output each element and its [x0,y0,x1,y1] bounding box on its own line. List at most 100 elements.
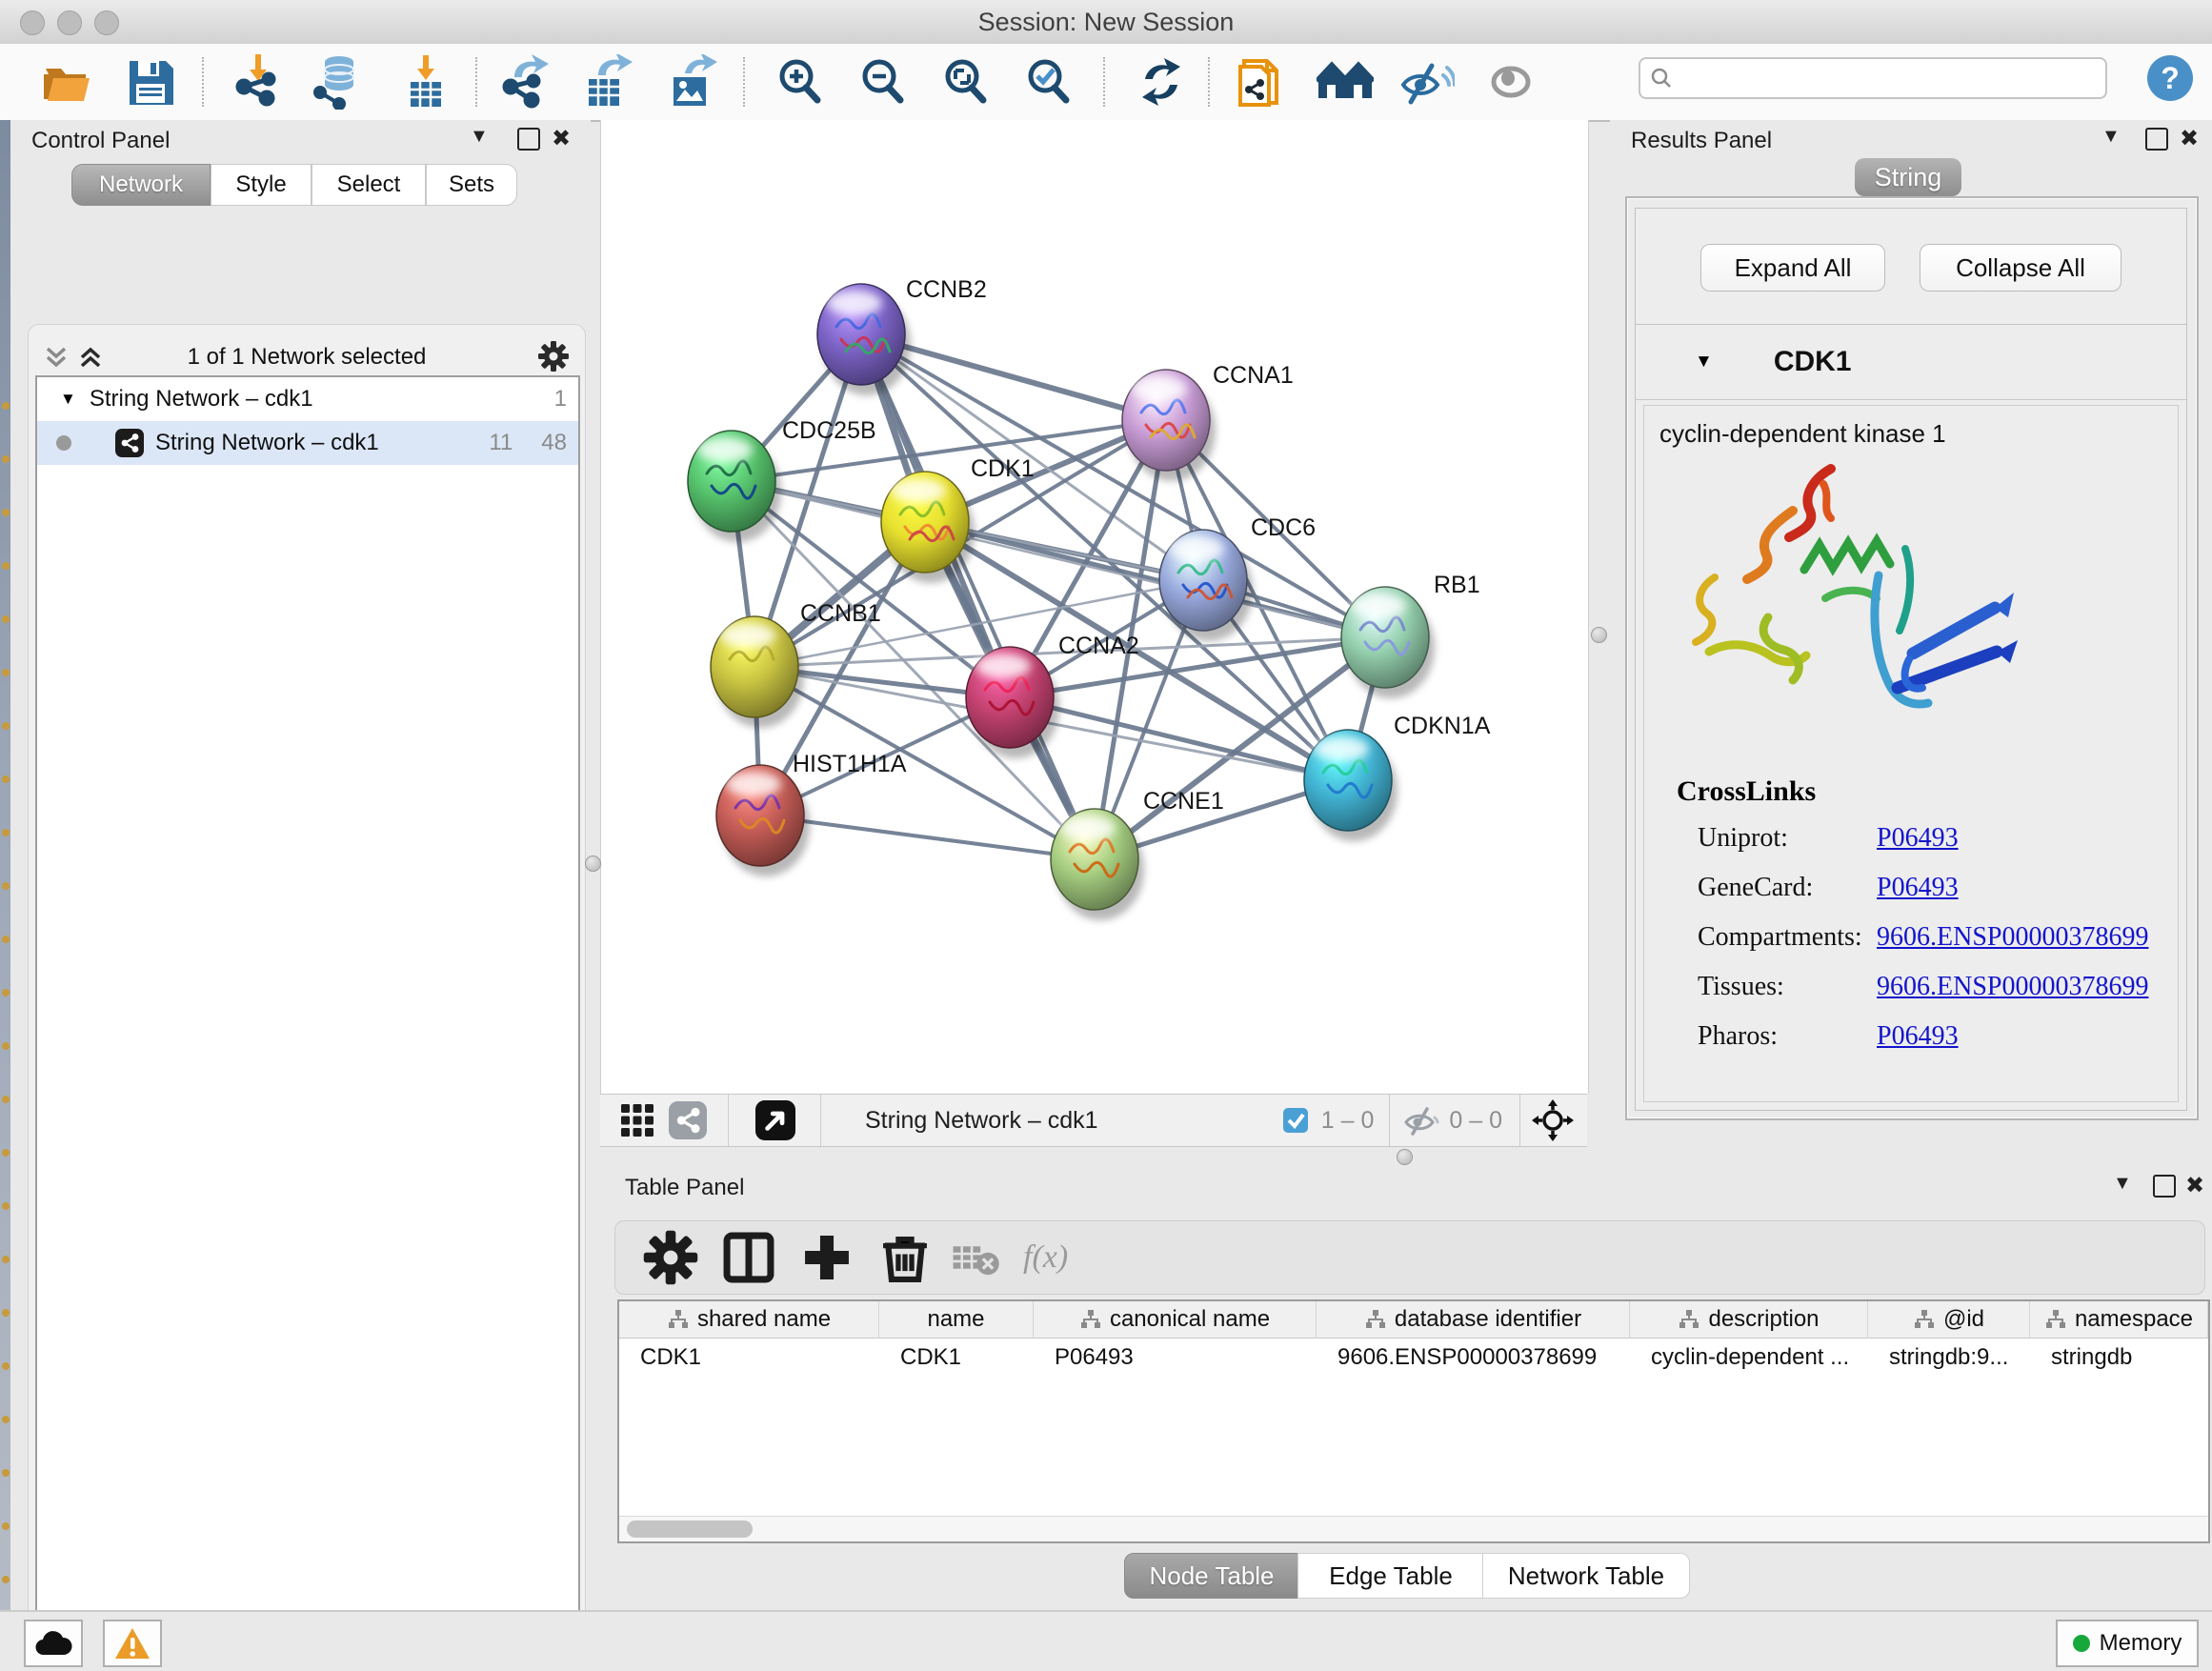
close-window-button[interactable] [20,10,45,35]
hide-selected-button[interactable] [1393,48,1461,116]
memory-button[interactable]: Memory [2056,1620,2199,1667]
show-all-button[interactable] [1477,48,1545,116]
export-cyweb-document-button[interactable] [1229,48,1297,116]
collection-count: 1 [554,386,567,413]
cell-name[interactable]: CDK1 [879,1339,1034,1377]
minimize-window-button[interactable] [57,10,82,35]
cell-canonical-name[interactable]: P06493 [1034,1339,1317,1377]
zoom-out-button[interactable] [849,48,917,116]
help-button[interactable]: ? [2147,55,2193,101]
apply-function-button[interactable]: f(x) [1023,1239,1068,1276]
collapse-card-icon[interactable]: ▼ [1695,352,1713,372]
search-field[interactable] [1639,57,2107,99]
node-label-ccne1: CCNE1 [1143,788,1224,815]
attribute-type-icon [1678,1308,1700,1331]
gene-card-header[interactable]: ▼ CDK1 [1636,325,2186,400]
cytoscape-window: Session: New Session [0,0,2212,1671]
network-collection-row[interactable]: ▼ String Network – cdk1 1 [37,377,578,421]
scrollbar-thumb[interactable] [627,1520,753,1538]
horizontal-splitter-handle[interactable] [1397,1149,1413,1165]
tab-network-table[interactable]: Network Table [1482,1553,1690,1599]
selected-nodes-checkbox-icon[interactable] [1281,1106,1310,1135]
cell-description[interactable]: cyclin-dependent ... [1630,1339,1868,1377]
show-columns-icon[interactable] [720,1229,777,1286]
tree-expander-icon[interactable]: ▼ [60,390,76,409]
add-column-plus-icon[interactable] [798,1229,855,1286]
column-header[interactable]: name [879,1301,1034,1339]
maximize-panel-icon[interactable] [2145,128,2168,151]
network-view-canvas[interactable]: CCNB2CCNA1CDC25BCDK1CDC6RB1CCNB1CCNA2CDK… [600,120,1589,1094]
fit-content-crosshair-icon[interactable] [1532,1099,1574,1141]
maximize-panel-icon[interactable] [517,128,540,151]
tab-string[interactable]: String [1855,158,1961,196]
network-edge-count: 48 [541,430,567,456]
column-header[interactable]: description [1630,1301,1868,1339]
string-network-graph[interactable]: CCNB2CCNA1CDC25BCDK1CDC6RB1CCNB1CCNA2CDK… [601,120,1588,1094]
network-share-icon[interactable] [669,1101,707,1139]
toolbar-separator [1103,57,1105,107]
tissues-link[interactable]: 9606.ENSP00000378699 [1877,972,2148,1002]
maximize-panel-icon[interactable] [2153,1175,2176,1198]
column-header[interactable]: namespace [2030,1301,2208,1339]
expand-all-button[interactable]: Expand All [1700,244,1885,292]
vertical-splitter-handle[interactable] [1591,627,1607,643]
float-panel-icon[interactable]: ▼ [2113,1173,2132,1195]
tab-select[interactable]: Select [312,164,426,206]
open-session-button[interactable] [32,48,101,116]
cloud-services-button[interactable] [24,1620,83,1667]
tab-edge-table[interactable]: Edge Table [1297,1553,1484,1599]
grid-view-icon[interactable] [619,1102,655,1138]
zoom-window-button[interactable] [94,10,119,35]
genecard-link[interactable]: P06493 [1877,873,1959,903]
tab-network[interactable]: Network [71,164,211,206]
collapse-all-button[interactable]: Collapse All [1920,244,2122,292]
pharos-link[interactable]: P06493 [1877,1021,1959,1052]
import-network-database-button[interactable] [304,48,372,116]
string-home-button[interactable] [1311,48,1379,116]
column-header[interactable]: shared name [619,1301,879,1339]
desktop-strip-dot [2,1096,10,1103]
import-table-file-button[interactable] [392,48,460,116]
table-row[interactable]: CDK1 CDK1 P06493 9606.ENSP00000378699 cy… [619,1339,2208,1377]
import-network-file-button[interactable] [224,48,292,116]
hidden-eye-slash-icon[interactable] [1403,1105,1439,1136]
warnings-button[interactable] [103,1620,162,1667]
column-header[interactable]: @id [1868,1301,2030,1339]
delete-column-trash-icon[interactable] [876,1229,934,1286]
float-panel-icon[interactable]: ▼ [470,126,489,148]
network-options-gear-icon[interactable] [537,340,570,372]
compartments-link[interactable]: 9606.ENSP00000378699 [1877,922,2148,953]
birds-eye-view-icon[interactable] [755,1100,795,1140]
zoom-in-button[interactable] [766,48,835,116]
cell-id[interactable]: stringdb:9... [1868,1339,2030,1377]
close-panel-icon[interactable]: ✖ [2180,125,2199,152]
column-header[interactable]: database identifier [1317,1301,1630,1339]
vertical-splitter-handle[interactable] [585,856,601,872]
close-panel-icon[interactable]: ✖ [2185,1172,2204,1199]
refresh-view-button[interactable] [1127,48,1196,116]
tab-style[interactable]: Style [211,164,312,206]
tab-sets[interactable]: Sets [426,164,517,206]
table-options-gear-icon[interactable] [642,1229,699,1286]
tab-node-table[interactable]: Node Table [1124,1553,1299,1599]
export-table-button[interactable] [573,48,641,116]
zoom-fit-button[interactable] [932,48,1000,116]
export-network-button[interactable] [491,48,559,116]
horizontal-scrollbar[interactable] [619,1516,2208,1541]
uniprot-link[interactable]: P06493 [1877,823,1959,854]
cell-namespace[interactable]: stringdb [2030,1339,2208,1377]
close-panel-icon[interactable]: ✖ [552,125,571,152]
save-session-button[interactable] [116,48,185,116]
delete-table-icon[interactable] [951,1229,1000,1286]
zoom-selected-button[interactable] [1015,48,1083,116]
warning-triangle-icon [113,1626,151,1661]
protein-structure-image [1680,455,2042,770]
column-header[interactable]: canonical name [1034,1301,1317,1339]
export-image-button[interactable] [657,48,726,116]
cell-database-identifier[interactable]: 9606.ENSP00000378699 [1317,1339,1630,1377]
network-row[interactable]: String Network – cdk1 11 48 [37,421,578,465]
search-input[interactable] [1680,64,2105,92]
cell-shared-name[interactable]: CDK1 [619,1339,879,1377]
float-panel-icon[interactable]: ▼ [2101,126,2121,148]
desktop-strip-dot [2,882,10,890]
